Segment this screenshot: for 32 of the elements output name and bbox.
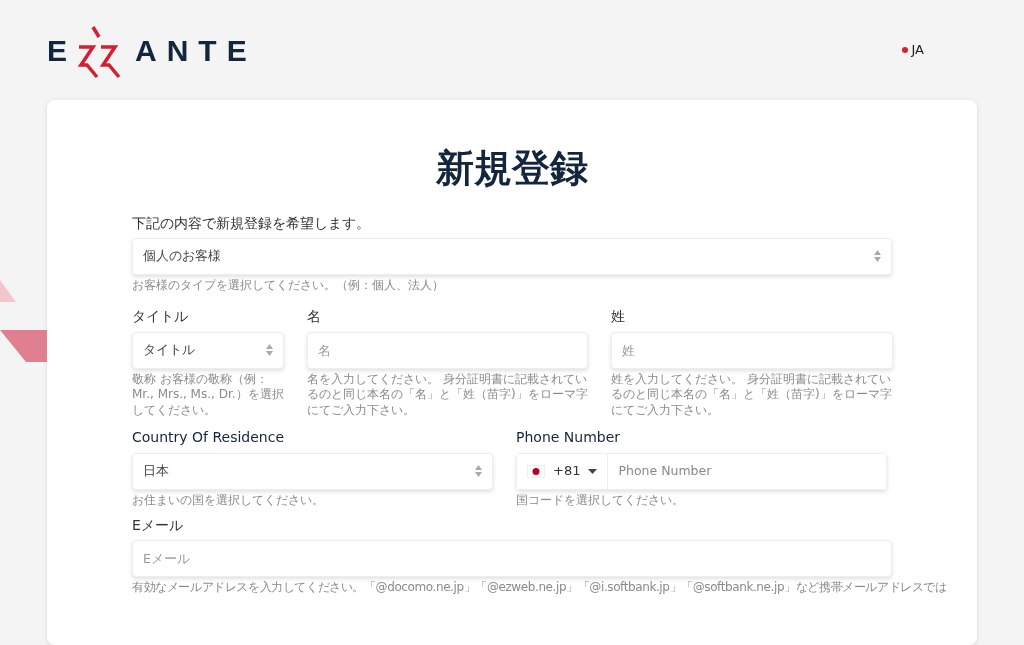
logo-text: ANTE [135,32,257,69]
field-label: Country Of Residence [132,428,286,447]
hint-text: 敬称 お客様の敬称（例：Mr., Mrs., Ms., Dr.）を選択してください。 [132,371,284,419]
field-label: 姓 [611,307,626,326]
flag-icon [901,47,908,53]
updown-icon [475,465,482,478]
page-title: 新規登録 [435,145,589,192]
field-label: Phone Number [516,428,622,447]
language-link[interactable]: JA [911,40,924,60]
logo-text: E [47,32,77,69]
updown-icon [266,344,273,357]
hint-text: 姓を入力してください。 身分証明書に記載されているのと同じ本名の「名」と「姓（苗字)」をローマ字にてご入力下さい。 [611,371,893,419]
hint-text: お住まいの国を選択してください。 [132,492,325,509]
flag-icon [527,464,545,478]
field-label: タイトル [132,307,189,326]
hint-text: 国コードを選択してください。 [516,492,685,509]
field-label: Eメール [132,516,184,535]
field-label: 下記の内容で新規登録を希望します。 [132,213,371,232]
updown-icon [874,250,881,263]
hint-text: 有効なメールアドレスを入力してください。「@docomo.ne.jp」「@ezweb.ne.jp」「@i.softbank.jp」「@softbank.ne.jp」など携帯メールアドレスでは [132,580,948,596]
customer-type-select[interactable]: 個人のお客様 [132,237,892,275]
phone-field[interactable]: +81 Phone Number [516,452,887,490]
name-field[interactable]: 名 [307,331,588,369]
name-field[interactable]: 姓 [611,331,893,369]
country-select[interactable]: 日本 [132,452,493,490]
hint-text: 名を入力してください。 身分証明書に記載されているのと同じ本名の「名」と「姓（苗字)」をローマ字にてご入力下さい。 [307,371,588,419]
field-label: 名 [307,307,322,326]
hint-text: お客様のタイプを選択してください。（例：個人、法人） [132,277,445,294]
country-code-select[interactable]: +81 [517,453,609,489]
title-select[interactable]: タイトル [132,331,284,369]
caret-icon [588,468,598,474]
email-field[interactable]: Eメール [132,540,892,578]
